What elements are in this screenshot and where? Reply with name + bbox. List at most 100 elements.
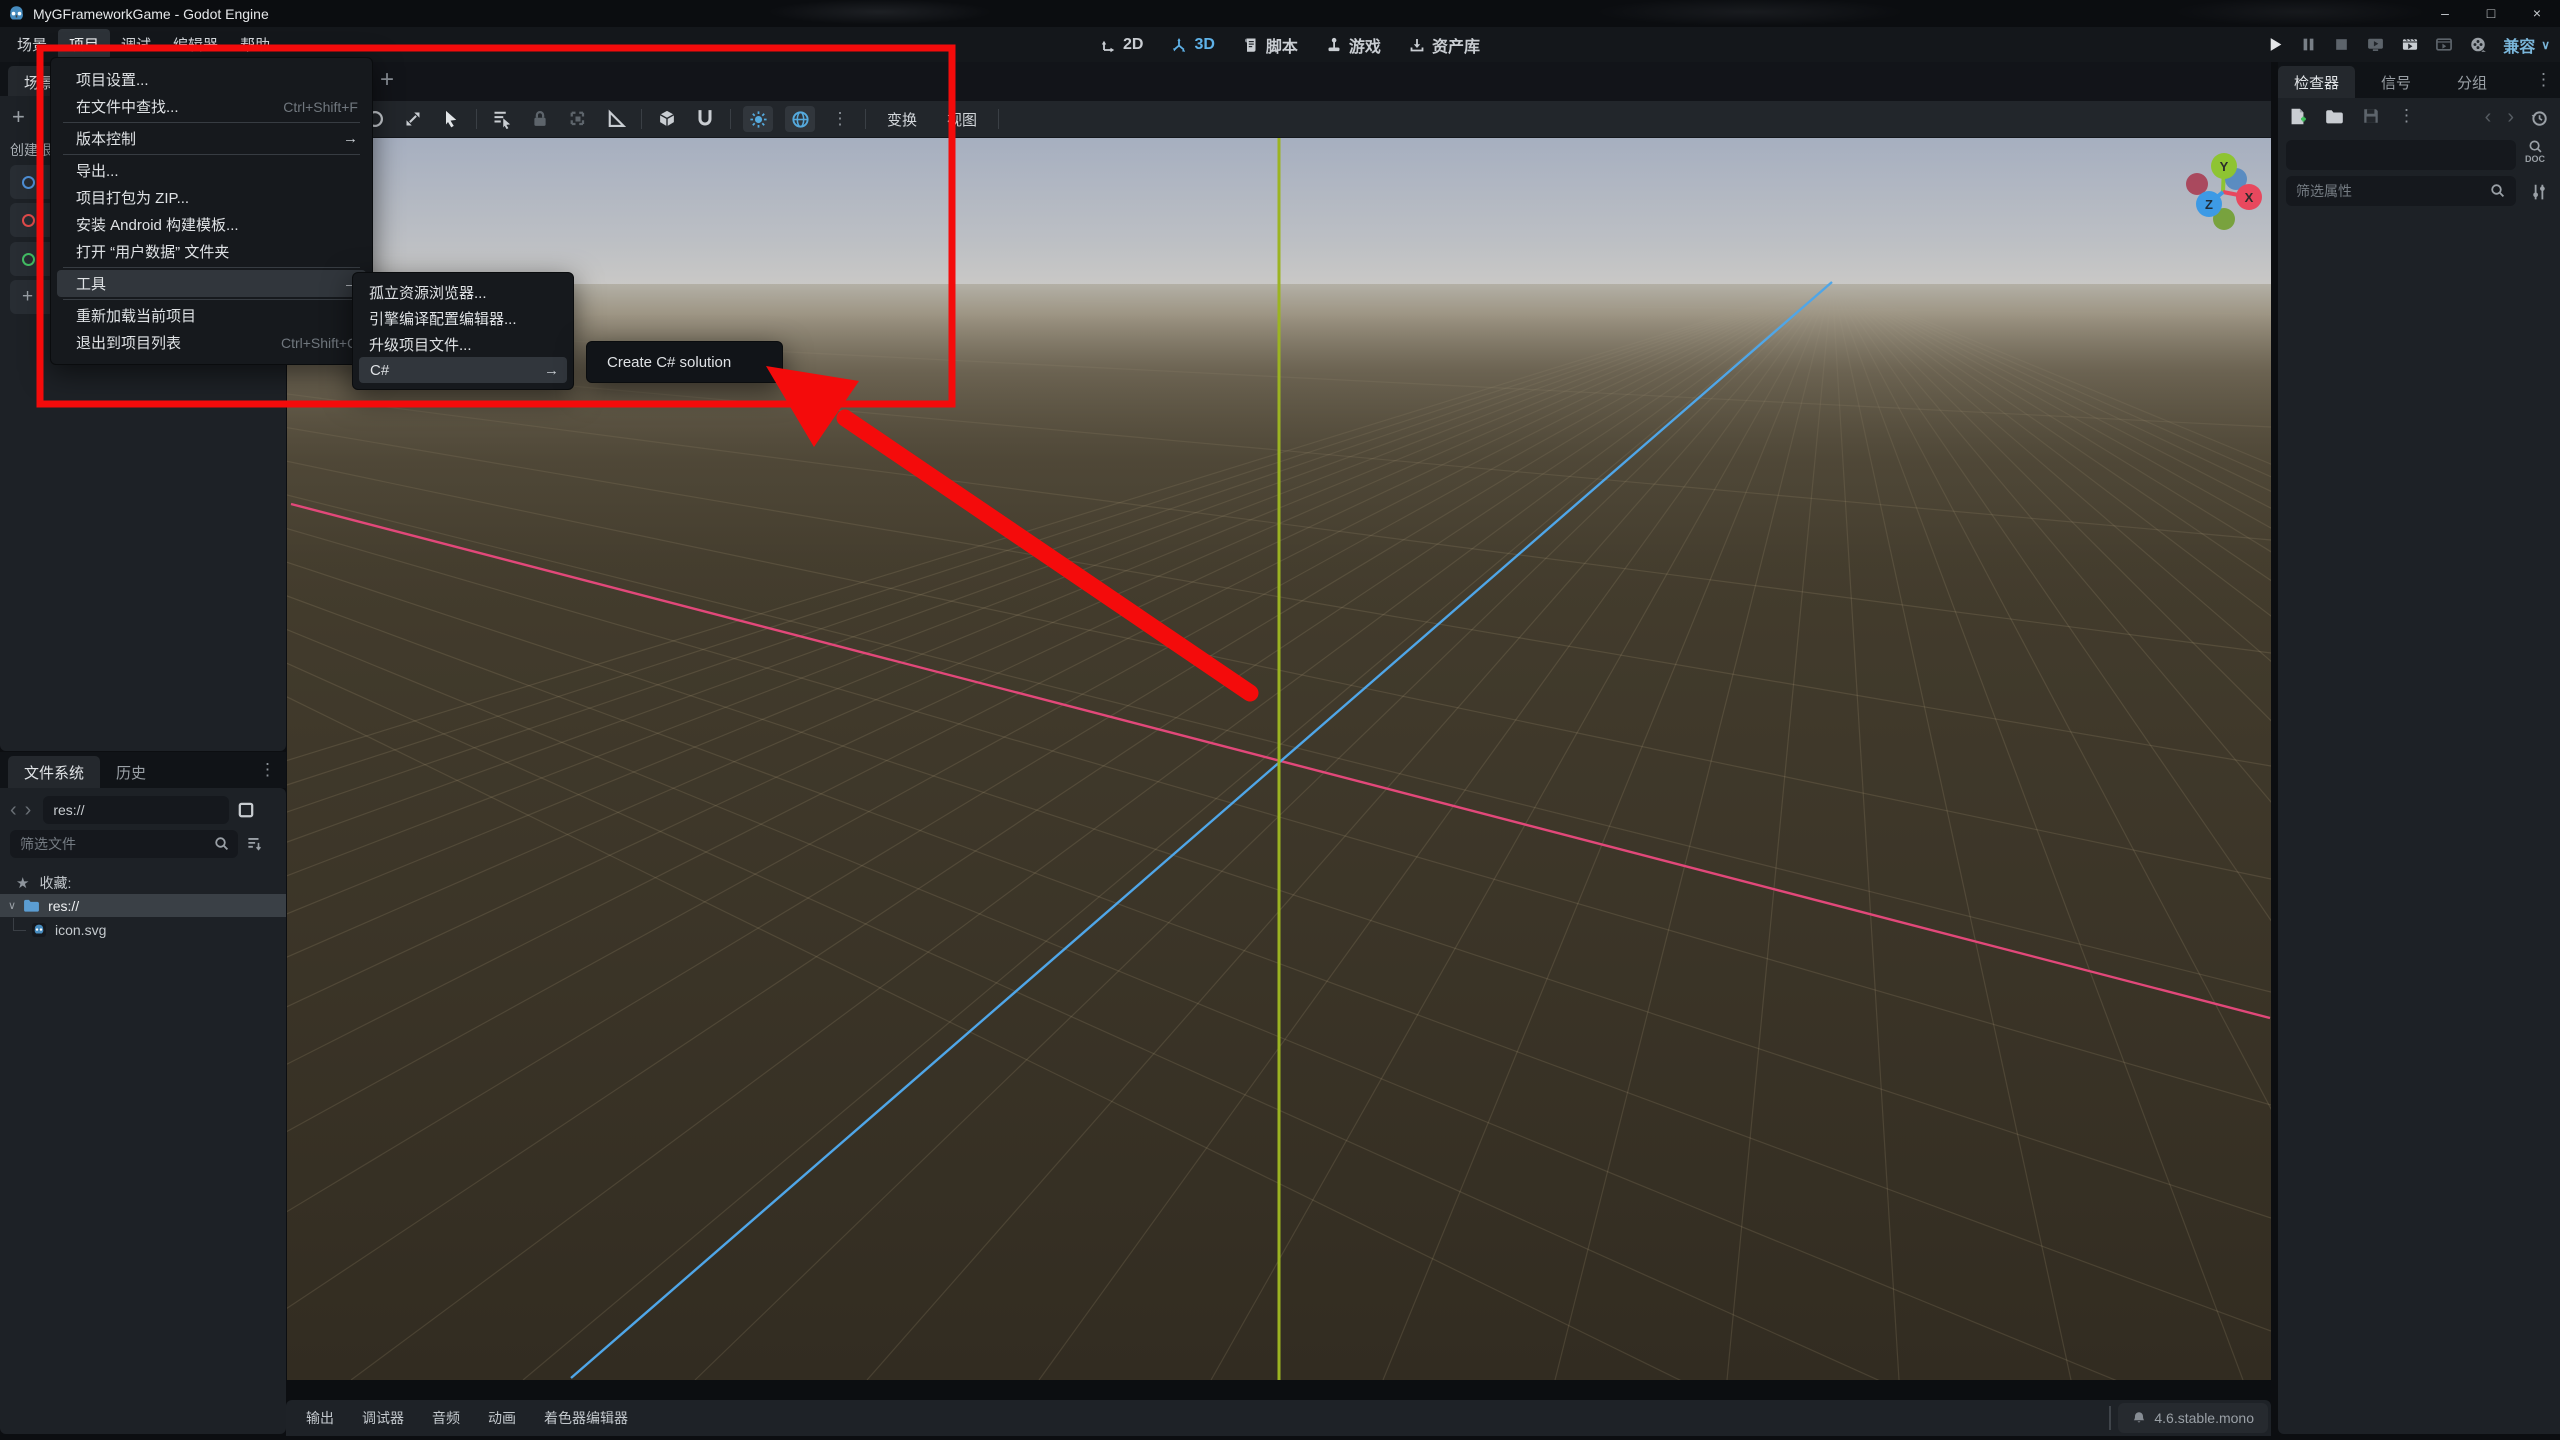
menu-item-create-csharp-solution[interactable]: Create C# solution [587,348,782,376]
workspace-game[interactable]: 游戏 [1326,33,1381,57]
debugger-button[interactable]: 调试器 [348,1402,418,1434]
select-mode-button[interactable] [438,106,464,132]
menu-item-export[interactable]: 导出... [51,157,372,184]
inspector-menu-icon[interactable]: ⋮ [2535,70,2552,90]
menu-item-csharp[interactable]: C# → [359,357,567,383]
filesystem-dock: ‹ › ★ 收藏: ∨ res:// icon.svg [0,788,286,1434]
tab-groups[interactable]: 分组 [2441,66,2503,98]
path-field[interactable] [43,796,230,824]
filesystem-menu-icon[interactable]: ⋮ [259,760,276,780]
project-menu-popup: 项目设置... 在文件中查找... Ctrl+Shift+F 版本控制 → 导出..… [50,57,373,365]
filesystem-dock-tabbar: 文件系统 历史 ⋮ [0,752,286,788]
file-sort-button[interactable] [245,835,263,853]
assetlib-download-icon [1410,38,1424,51]
tab-filesystem[interactable]: 文件系统 [8,756,101,788]
submenu-arrow-icon: → [544,361,559,379]
view-menu-button[interactable]: 视图 [938,105,986,134]
menu-item-install-android-template[interactable]: 安装 Android 构建模板... [51,211,372,238]
star-icon: ★ [16,874,30,892]
toolbar-separator [730,109,731,129]
new-scene-tab-button[interactable]: + [380,66,394,94]
load-resource-button[interactable] [2325,108,2344,125]
history-back-button[interactable]: ‹ [10,799,17,822]
play-scene-button[interactable] [2401,36,2419,53]
transform-menu-button[interactable]: 变换 [878,105,926,134]
sun-environment-settings[interactable]: ⋮ [827,106,853,132]
shader-editor-button[interactable]: 着色器编辑器 [530,1402,642,1434]
menu-debug[interactable]: 调试 [110,29,162,60]
tab-inspector[interactable]: 检查器 [2278,66,2356,98]
play-custom-scene-button[interactable] [2435,36,2453,53]
menu-item-open-user-data-folder[interactable]: 打开 “用户数据” 文件夹 [51,238,372,265]
menu-editor[interactable]: 编辑器 [162,29,229,60]
tab-history[interactable]: 历史 [100,756,162,788]
menu-scene[interactable]: 场景 [6,29,58,60]
tree-item-root[interactable]: ∨ res:// [0,894,286,917]
scale-mode-button[interactable] [400,106,426,132]
gizmo-neg-x[interactable] [2186,173,2208,195]
play-remote-button[interactable] [2366,36,2385,53]
menu-help[interactable]: 帮助 [229,29,281,60]
menu-item-quit-to-project-list[interactable]: 退出到项目列表 Ctrl+Shift+Q [51,329,372,356]
workspace-assetlib[interactable]: 资产库 [1409,33,1480,57]
menu-item-version-control[interactable]: 版本控制 → [51,125,372,152]
audio-button[interactable]: 音频 [418,1402,474,1434]
menu-item-pack-zip[interactable]: 项目打包为 ZIP... [51,184,372,211]
renderer-selector[interactable]: 兼容 ∨ [2503,33,2550,57]
workspace-3d[interactable]: 3D [1171,36,1215,54]
resource-extra-options[interactable]: ⋮ [2398,106,2415,126]
toolbar-separator [998,109,1000,129]
minimize-button[interactable]: – [2422,0,2468,27]
filter-properties-input[interactable] [2286,176,2516,206]
output-button[interactable]: 输出 [292,1402,348,1434]
scene-tabs-bar: + [286,62,2271,101]
ruler-mode-button[interactable] [603,106,629,132]
save-resource-button[interactable] [2362,107,2380,125]
new-resource-button[interactable] [2288,107,2307,126]
workspace-2d[interactable]: 2D [1100,36,1143,54]
local-space-toggle[interactable] [654,106,680,132]
history-button[interactable] [2530,109,2548,127]
menu-item-reload-project[interactable]: 重新加载当前项目 [51,302,372,329]
version-info[interactable]: 4.6.stable.mono [2118,1403,2268,1433]
list-select-button[interactable] [489,106,515,132]
menu-item-tools[interactable]: 工具 → [57,270,366,297]
menu-item-find-in-files[interactable]: 在文件中查找... Ctrl+Shift+F [51,93,372,120]
menu-project[interactable]: 项目 [58,29,111,60]
tab-signals[interactable]: 信号 [2365,66,2427,98]
menu-item-project-settings[interactable]: 项目设置... [51,66,372,93]
workspace-script[interactable]: 脚本 [1243,33,1298,57]
maximize-button[interactable]: □ [2468,0,2514,27]
filter-files-input[interactable] [10,830,238,858]
history-forward-button[interactable]: › [25,799,32,822]
pause-button[interactable] [2300,36,2317,53]
toolbar-separator [476,109,477,129]
toolbar-separator [865,109,866,129]
open-docs-button[interactable]: DOC [2518,138,2552,164]
edit-next-button[interactable]: › [2507,106,2514,129]
split-view-toggle[interactable] [237,801,255,819]
preview-environment-toggle[interactable] [785,106,815,132]
add-node-button[interactable]: + [12,104,25,130]
snap-toggle[interactable] [692,106,718,132]
menu-separator [63,299,360,300]
menu-item-engine-compile-config[interactable]: 引擎编译配置编辑器... [353,305,573,331]
play-button[interactable] [2267,36,2284,53]
toolbar-separator [641,109,642,129]
chevron-down-icon: ∨ [2541,37,2550,52]
stop-button[interactable] [2333,36,2350,53]
preview-sun-toggle[interactable] [743,106,773,132]
property-tools-button[interactable] [2530,183,2548,201]
group-button[interactable] [565,106,591,132]
tree-item-file[interactable]: icon.svg [0,918,286,941]
viewport-3d[interactable]: Y X Z [287,138,2271,1380]
menu-item-upgrade-project-files[interactable]: 升级项目文件... [353,331,573,357]
gizmo-z-label: Z [2205,197,2213,212]
edit-prev-button[interactable]: ‹ [2485,106,2492,129]
movie-maker-toggle[interactable] [2469,36,2487,54]
lock-button[interactable] [527,106,553,132]
animation-button[interactable]: 动画 [474,1402,530,1434]
close-button[interactable]: × [2514,0,2560,27]
tree-caret-icon[interactable]: ∨ [8,899,16,912]
menu-item-orphan-resource-explorer[interactable]: 孤立资源浏览器... [353,279,573,305]
